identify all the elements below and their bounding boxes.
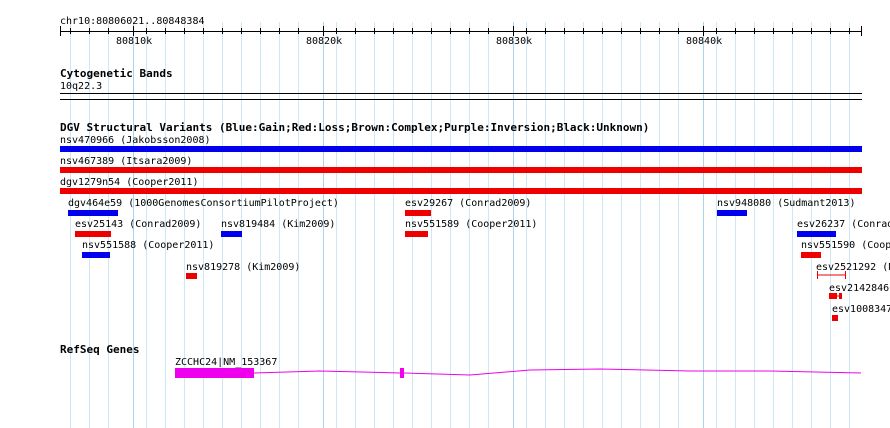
track-title-dgv[interactable]: DGV Structural Variants (Blue:Gain;Red:L…: [60, 122, 649, 134]
variant-loss-bar[interactable]: [405, 231, 428, 237]
variant-label[interactable]: dgv464e59 (1000GenomesConsortiumPilotPro…: [68, 198, 339, 209]
variant-gain-bar[interactable]: [82, 252, 110, 258]
variant-label[interactable]: nsv819484 (Kim2009): [221, 219, 335, 230]
variant-loss-interval[interactable]: [828, 292, 844, 300]
ruler-tick-label: 80830k: [496, 36, 533, 47]
variant-label[interactable]: nsv467389 (Itsara2009): [60, 156, 192, 167]
ruler-tick-label: 80810k: [116, 36, 153, 47]
variant-loss-bar[interactable]: [186, 273, 197, 279]
variant-loss-bar[interactable]: [832, 315, 838, 321]
ruler-tick-label: 80840k: [686, 36, 723, 47]
variant-label[interactable]: esv26237 (Conrad: [797, 219, 890, 230]
track-title-cytoband[interactable]: Cytogenetic Bands: [60, 68, 173, 80]
variant-gain-bar[interactable]: [717, 210, 747, 216]
variant-gain-bar[interactable]: [797, 231, 836, 237]
variant-label[interactable]: nsv948080 (Sudmant2013): [717, 198, 855, 209]
variant-loss-bar[interactable]: [75, 231, 111, 237]
track-title-refseq[interactable]: RefSeq Genes: [60, 344, 139, 356]
variant-gain-bar[interactable]: [221, 231, 242, 237]
variant-label[interactable]: nsv819278 (Kim2009): [186, 262, 300, 273]
variant-label[interactable]: esv29267 (Conrad2009): [405, 198, 531, 209]
variant-label[interactable]: nsv551588 (Cooper2011): [82, 240, 214, 251]
variant-label[interactable]: nsv470966 (Jakobsson2008): [60, 135, 211, 146]
gene-model-zcchc24[interactable]: [170, 364, 870, 384]
variant-label[interactable]: esv25143 (Conrad2009): [75, 219, 201, 230]
cytoband-label: 10q22.3: [60, 81, 103, 92]
variant-gain-bar[interactable]: [68, 210, 118, 216]
variant-loss-bar[interactable]: [60, 188, 862, 194]
variant-label[interactable]: nsv551589 (Cooper2011): [405, 219, 537, 230]
genome-browser-view: chr10:80806021..80848384 80810k 80820k 8…: [0, 0, 890, 428]
variant-loss-bar[interactable]: [801, 252, 821, 258]
cytoband-bottom-line: [60, 99, 862, 100]
variant-label[interactable]: nsv551590 (Coop: [801, 240, 890, 251]
variant-loss-interval[interactable]: [816, 271, 848, 279]
variant-gain-bar[interactable]: [60, 146, 862, 152]
ruler-tick-label: 80820k: [306, 36, 343, 47]
variant-loss-bar[interactable]: [405, 210, 431, 216]
variant-loss-bar[interactable]: [60, 167, 862, 173]
variant-label[interactable]: dgv1279n54 (Cooper2011): [60, 177, 198, 188]
variant-label[interactable]: esv1008347: [832, 304, 890, 315]
cytoband-top-line: [60, 93, 862, 94]
